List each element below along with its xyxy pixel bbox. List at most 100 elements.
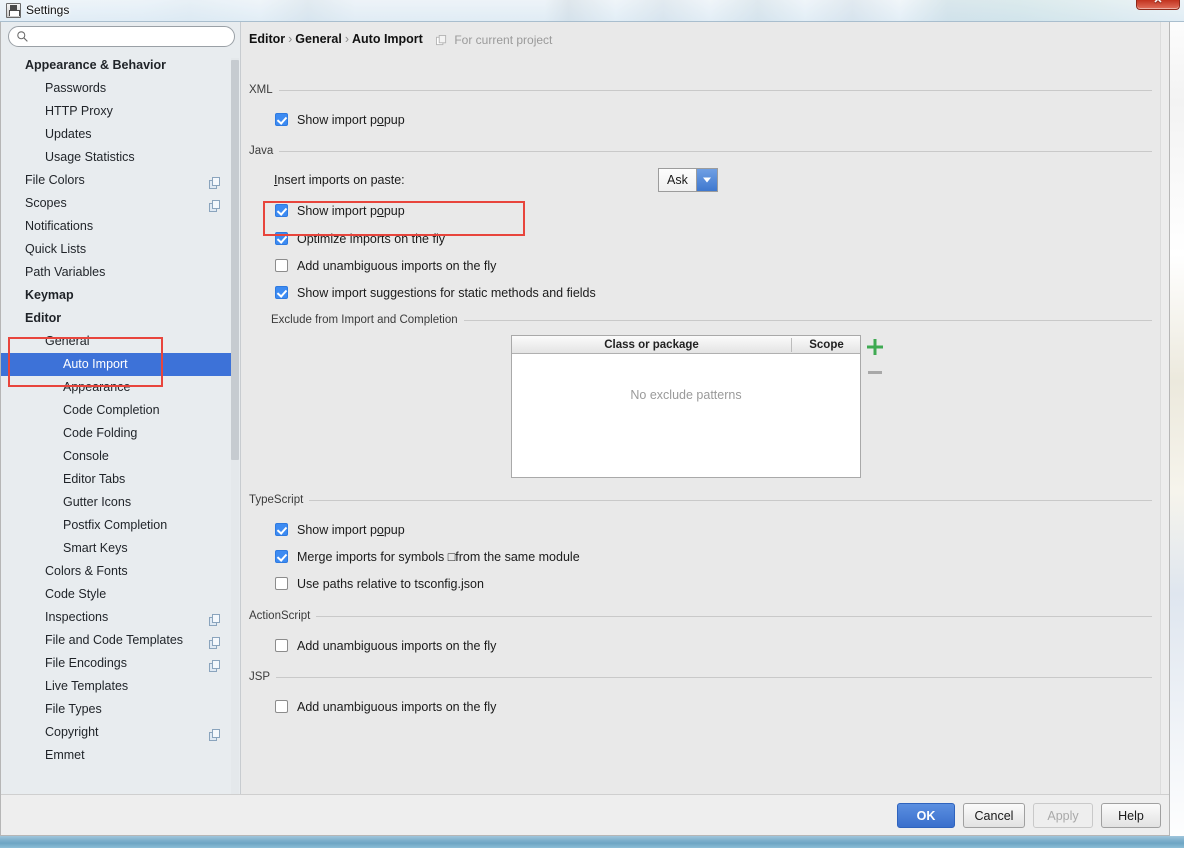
- sidebar-item-label: File and Code Templates: [45, 633, 184, 647]
- sidebar-item-label: Copyright: [45, 725, 99, 739]
- breadcrumb-part-editor[interactable]: Editor: [249, 32, 285, 46]
- minus-icon: [868, 371, 882, 374]
- breadcrumb: Editor › General › Auto Import: [249, 32, 423, 46]
- checkbox-xml-show-import-popup[interactable]: [275, 113, 288, 126]
- breadcrumb-part-general[interactable]: General: [295, 32, 342, 46]
- section-rule-typescript: [306, 500, 1152, 501]
- sidebar-item-gutter-icons[interactable]: Gutter Icons: [1, 491, 233, 514]
- project-scope-icon: [209, 197, 221, 212]
- content-scrollbar-track[interactable]: [1160, 22, 1169, 794]
- sidebar-item-smart-keys[interactable]: Smart Keys: [1, 537, 233, 560]
- ok-button[interactable]: OK: [897, 803, 955, 828]
- column-header-scope[interactable]: Scope: [792, 337, 861, 353]
- sidebar-item-editor[interactable]: Editor: [1, 307, 233, 330]
- sidebar-item-label: Notifications: [25, 219, 94, 233]
- sidebar-item-appearance-behavior[interactable]: Appearance & Behavior: [1, 54, 233, 77]
- sidebar-item-console[interactable]: Console: [1, 445, 233, 468]
- exclude-patterns-table[interactable]: Class or package Scope No exclude patter…: [511, 335, 861, 478]
- section-rule-actionscript: [315, 616, 1152, 617]
- sidebar-item-code-completion[interactable]: Code Completion: [1, 399, 233, 422]
- column-header-class-or-package[interactable]: Class or package: [512, 337, 791, 353]
- table-empty-message: No exclude patterns: [630, 388, 742, 402]
- sidebar-item-notifications[interactable]: Notifications: [1, 215, 233, 238]
- sidebar-item-scopes[interactable]: Scopes: [1, 192, 233, 215]
- checkbox-label: Add unambiguous imports on the fly: [297, 259, 497, 273]
- sidebar-item-label: Auto Import: [63, 357, 128, 371]
- sidebar-item-label: Editor: [25, 311, 62, 325]
- checkbox-optimize-imports-on-the-fly[interactable]: [275, 232, 288, 245]
- cancel-button[interactable]: Cancel: [963, 803, 1025, 828]
- copy-scope-icon: [436, 35, 447, 49]
- sidebar-item-file-encodings[interactable]: File Encodings: [1, 652, 233, 675]
- scope-note-label: For current project: [454, 33, 553, 47]
- insert-imports-label: Insert imports on paste:: [274, 173, 405, 187]
- breadcrumb-separator: ›: [288, 32, 293, 46]
- window-title-bar: Settings: [0, 0, 1184, 22]
- checkbox-ts-merge-imports[interactable]: [275, 550, 288, 563]
- insert-imports-on-paste-select[interactable]: Ask: [658, 168, 718, 192]
- section-title-exclude: Exclude from Import and Completion: [271, 314, 464, 326]
- checkbox-jsp-add-unambiguous-imports[interactable]: [275, 700, 288, 713]
- sidebar-item-colors-fonts[interactable]: Colors & Fonts: [1, 560, 233, 583]
- sidebar-item-label: General: [45, 334, 90, 348]
- sidebar-item-keymap[interactable]: Keymap: [1, 284, 233, 307]
- breadcrumb-part-auto-import[interactable]: Auto Import: [352, 32, 423, 46]
- sidebar-item-updates[interactable]: Updates: [1, 123, 233, 146]
- checkbox-show-import-suggestions-static[interactable]: [275, 286, 288, 299]
- checkbox-java-show-import-popup[interactable]: [275, 204, 288, 217]
- sidebar-item-code-style[interactable]: Code Style: [1, 583, 233, 606]
- sidebar-item-code-folding[interactable]: Code Folding: [1, 422, 233, 445]
- sidebar-item-label: Passwords: [45, 81, 107, 95]
- sidebar-item-label: File Encodings: [45, 656, 127, 670]
- sidebar-item-usage-statistics[interactable]: Usage Statistics: [1, 146, 233, 169]
- close-button[interactable]: ✕: [1136, 0, 1180, 10]
- scope-note: For current project: [436, 33, 552, 49]
- sidebar-item-path-variables[interactable]: Path Variables: [1, 261, 233, 284]
- sidebar-scrollbar-thumb[interactable]: [231, 60, 239, 460]
- sidebar-item-label: Appearance: [63, 380, 131, 394]
- checkbox-label: Merge imports for symbols □from the same…: [297, 550, 580, 564]
- sidebar-item-general[interactable]: General: [1, 330, 233, 353]
- sidebar-item-quick-lists[interactable]: Quick Lists: [1, 238, 233, 261]
- sidebar-item-editor-tabs[interactable]: Editor Tabs: [1, 468, 233, 491]
- chevron-down-icon[interactable]: [696, 169, 717, 191]
- checkbox-label: Show import suggestions for static metho…: [297, 286, 596, 300]
- sidebar-item-appearance[interactable]: Appearance: [1, 376, 233, 399]
- plus-icon: [867, 339, 883, 355]
- sidebar-item-http-proxy[interactable]: HTTP Proxy: [1, 100, 233, 123]
- window-title: Settings: [26, 3, 70, 17]
- add-exclude-pattern-button[interactable]: [863, 335, 887, 359]
- section-rule-exclude: [455, 320, 1152, 321]
- sidebar-item-label: File Colors: [25, 173, 85, 187]
- sidebar-item-label: Gutter Icons: [63, 495, 132, 509]
- checkbox-label: Add unambiguous imports on the fly: [297, 700, 497, 714]
- dialog-footer: OK Cancel Apply Help: [1, 794, 1169, 835]
- checkbox-ts-use-paths-relative[interactable]: [275, 577, 288, 590]
- checkbox-label: Optimize imports on the fly: [297, 232, 445, 246]
- sidebar-item-label: Usage Statistics: [45, 150, 135, 164]
- close-icon: ✕: [1153, 0, 1163, 6]
- sidebar-item-inspections[interactable]: Inspections: [1, 606, 233, 629]
- section-rule-jsp: [275, 677, 1152, 678]
- sidebar-item-label: Inspections: [45, 610, 109, 624]
- checkbox-as-add-unambiguous-imports[interactable]: [275, 639, 288, 652]
- glass-overlay: [0, 0, 1184, 21]
- sidebar-item-file-types[interactable]: File Types: [1, 698, 233, 721]
- sidebar-item-postfix-completion[interactable]: Postfix Completion: [1, 514, 233, 537]
- sidebar-item-copyright[interactable]: Copyright: [1, 721, 233, 744]
- remove-exclude-pattern-button[interactable]: [863, 360, 887, 384]
- sidebar-item-passwords[interactable]: Passwords: [1, 77, 233, 100]
- sidebar-item-file-and-code-templates[interactable]: File and Code Templates: [1, 629, 233, 652]
- sidebar-item-auto-import[interactable]: Auto Import: [1, 353, 233, 376]
- sidebar-item-file-colors[interactable]: File Colors: [1, 169, 233, 192]
- settings-sidebar: Appearance & Behavior Passwords HTTP Proxy…: [1, 22, 241, 794]
- sidebar-item-label: Keymap: [25, 288, 74, 302]
- sidebar-item-emmet[interactable]: Emmet: [1, 744, 233, 767]
- sidebar-item-live-templates[interactable]: Live Templates: [1, 675, 233, 698]
- search-input[interactable]: [8, 26, 235, 47]
- checkbox-java-add-unambiguous-imports[interactable]: [275, 259, 288, 272]
- help-button[interactable]: Help: [1101, 803, 1161, 828]
- project-scope-icon: [209, 611, 221, 626]
- project-scope-icon: [209, 657, 221, 672]
- checkbox-ts-show-import-popup[interactable]: [275, 523, 288, 536]
